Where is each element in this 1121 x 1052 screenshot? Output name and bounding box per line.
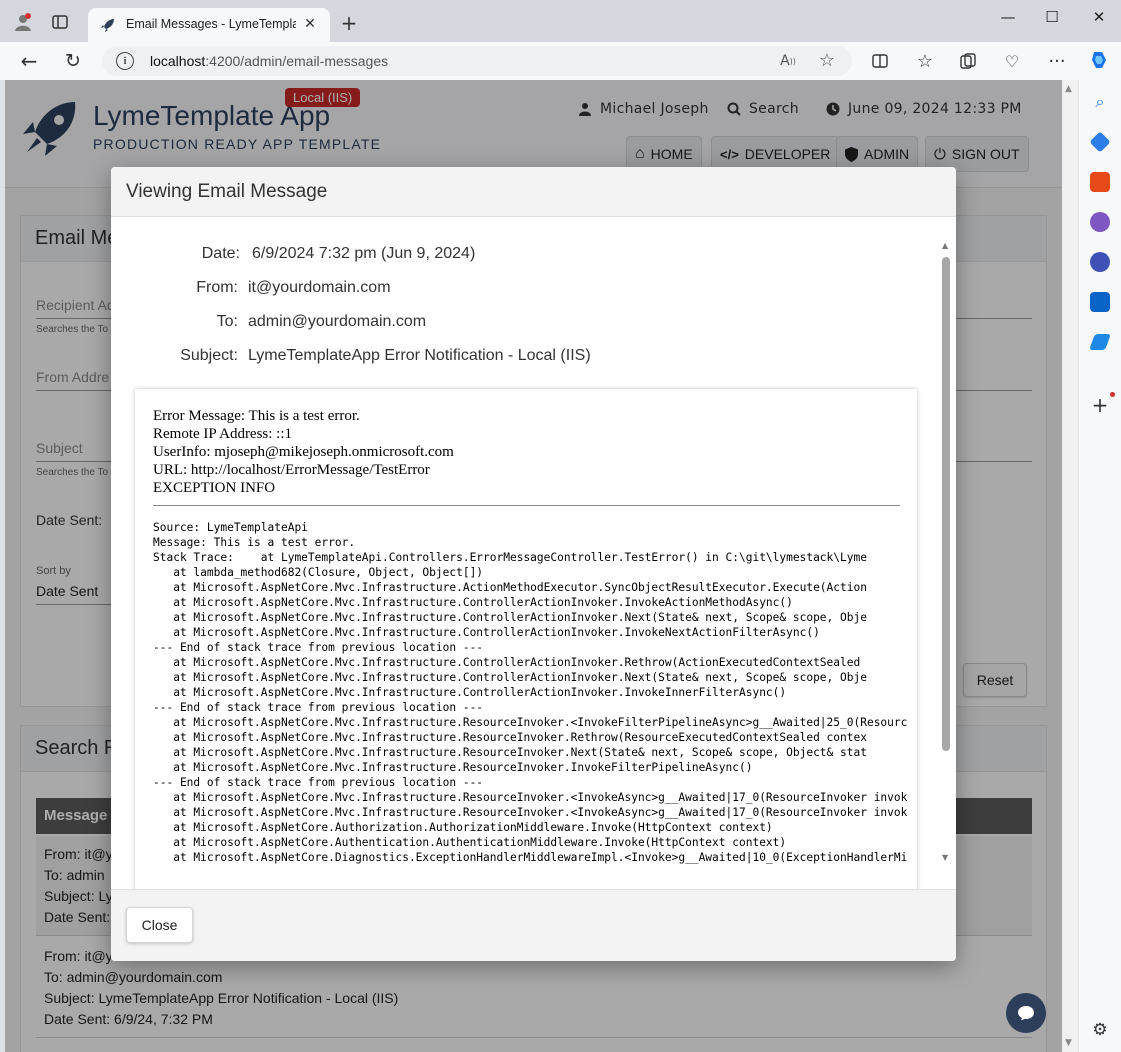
browser-tab-active[interactable]: Email Messages - LymeTemplate ✕ <box>88 8 330 42</box>
stack-trace-line: at Microsoft.AspNetCore.Mvc.Infrastructu… <box>173 716 907 729</box>
address-bar[interactable]: i localhost:4200/admin/email-messages A)… <box>102 46 852 76</box>
stack-trace-line: Message: This is a test error. <box>153 536 356 549</box>
date-value: 6/9/2024 7:32 pm (Jun 9, 2024) <box>252 245 476 262</box>
stack-trace-line: at Microsoft.AspNetCore.Mvc.Infrastructu… <box>153 731 867 744</box>
page-scrollbar[interactable]: ▲ ▼ <box>1062 80 1078 1052</box>
tab-actions-icon[interactable] <box>50 13 70 31</box>
browser-essentials-icon[interactable]: ♡ <box>1002 51 1022 71</box>
games-icon[interactable] <box>1090 212 1110 232</box>
subject-row: Subject: LymeTemplateApp Error Notificat… <box>111 347 931 371</box>
browser-tab-bar: Email Messages - LymeTemplate ✕ + — ☐ ✕ <box>0 0 1121 42</box>
from-label: From: <box>196 279 238 296</box>
scroll-up-icon[interactable]: ▲ <box>942 241 948 250</box>
stack-trace-line: at Microsoft.AspNetCore.Authentication.A… <box>153 836 787 849</box>
tab-title: Email Messages - LymeTemplate <box>126 17 296 31</box>
to-value: admin@yourdomain.com <box>248 313 427 330</box>
modal-title: Viewing Email Message <box>126 181 328 202</box>
more-menu-icon[interactable]: ··· <box>1046 50 1068 72</box>
from-row: From: it@yourdomain.com <box>111 279 931 303</box>
error-message-line: Error Message: This is a test error. <box>153 408 360 424</box>
from-value: it@yourdomain.com <box>248 279 391 296</box>
stack-trace-line: at Microsoft.AspNetCore.Mvc.Infrastructu… <box>153 686 787 699</box>
new-tab-icon[interactable]: + <box>338 11 360 35</box>
stack-trace-line: at Microsoft.AspNetCore.Mvc.Infrastructu… <box>153 806 907 819</box>
app-page: LymeTemplate App PRODUCTION READY APP TE… <box>5 80 1062 1052</box>
read-aloud-icon[interactable]: A)) <box>778 51 798 71</box>
scroll-thumb[interactable] <box>942 257 950 751</box>
copilot-icon[interactable] <box>1087 48 1111 72</box>
refresh-icon[interactable]: ↻ <box>62 50 84 72</box>
stack-trace-line: at Microsoft.AspNetCore.Authorization.Au… <box>153 821 773 834</box>
to-label: To: <box>216 313 238 330</box>
split-screen-icon[interactable] <box>870 51 890 71</box>
stack-trace-line: at Microsoft.AspNetCore.Mvc.Infrastructu… <box>153 581 867 594</box>
subject-label: Subject: <box>180 347 238 364</box>
url-line: URL: http://localhost/ErrorMessage/TestE… <box>153 462 430 478</box>
edge-sidebar: ⌕ + ⚙ <box>1078 80 1121 1052</box>
page-scroll-up-icon[interactable]: ▲ <box>1065 84 1072 94</box>
favorites-icon[interactable]: ☆ <box>914 50 936 72</box>
exception-info-line: EXCEPTION INFO <box>153 480 276 496</box>
stack-trace-line: at Microsoft.AspNetCore.Diagnostics.Exce… <box>153 851 907 864</box>
stack-trace-line: at Microsoft.AspNetCore.Mvc.Infrastructu… <box>153 791 907 804</box>
site-info-icon[interactable]: i <box>116 52 134 70</box>
message-body-frame[interactable]: Error Message: This is a test error. Rem… <box>135 389 917 889</box>
scroll-down-icon[interactable]: ▼ <box>942 853 948 862</box>
chat-button[interactable] <box>1006 993 1046 1033</box>
date-row: Date: 6/9/2024 7:32 pm (Jun 9, 2024) <box>111 245 931 269</box>
modal-header: Viewing Email Message <box>111 167 956 217</box>
address-url: localhost:4200/admin/email-messages <box>150 53 389 69</box>
stack-trace-line: at Microsoft.AspNetCore.Mvc.Infrastructu… <box>153 746 867 759</box>
profile-icon[interactable] <box>12 11 34 33</box>
back-icon[interactable]: ← <box>18 49 40 73</box>
user-info-line: UserInfo: mjoseph@mikejoseph.onmicrosoft… <box>153 444 454 460</box>
remote-ip-line: Remote IP Address: ::1 <box>153 426 293 442</box>
close-tab-icon[interactable]: ✕ <box>300 14 320 34</box>
collections-icon[interactable] <box>958 51 978 71</box>
stack-trace-line: Stack Trace: at LymeTemplateApi.Controll… <box>153 551 867 564</box>
subject-value: LymeTemplateApp Error Notification - Loc… <box>248 347 591 364</box>
microsoft-365-icon[interactable] <box>1090 252 1110 272</box>
close-button[interactable]: Close <box>126 907 193 943</box>
date-label: Date: <box>201 245 240 262</box>
stack-trace-line: at Microsoft.AspNetCore.Mvc.Infrastructu… <box>153 671 867 684</box>
to-row: To: admin@yourdomain.com <box>111 313 931 337</box>
sidebar-settings-icon[interactable]: ⚙ <box>1090 1020 1110 1040</box>
message-summary: Error Message: This is a test error. Rem… <box>153 407 454 497</box>
modal-footer: Close <box>111 889 956 961</box>
stack-trace-line: at Microsoft.AspNetCore.Mvc.Infrastructu… <box>153 611 867 624</box>
shopping-tag-icon[interactable] <box>1089 131 1111 153</box>
modal-body[interactable]: Date: 6/9/2024 7:32 pm (Jun 9, 2024) Fro… <box>111 217 956 889</box>
notification-dot-icon <box>1110 392 1115 397</box>
favorite-star-icon[interactable]: ☆ <box>817 50 837 71</box>
tools-briefcase-icon[interactable] <box>1090 172 1110 192</box>
divider <box>153 505 900 506</box>
stack-trace-line: Source: LymeTemplateApi <box>153 521 308 534</box>
add-sidebar-app-icon[interactable]: + <box>1090 393 1110 417</box>
sidebar-search-icon[interactable]: ⌕ <box>1090 92 1110 112</box>
stack-trace-line: at Microsoft.AspNetCore.Mvc.Infrastructu… <box>153 626 820 639</box>
stack-trace: Source: LymeTemplateApi Message: This is … <box>153 520 907 865</box>
view-email-modal: Viewing Email Message Date: 6/9/2024 7:3… <box>111 167 956 961</box>
stack-trace-line: --- End of stack trace from previous loc… <box>153 776 484 789</box>
browser-toolbar: ← ↻ i localhost:4200/admin/email-message… <box>0 42 1121 80</box>
stack-trace-line: --- End of stack trace from previous loc… <box>153 701 484 714</box>
stack-trace-line: at Microsoft.AspNetCore.Mvc.Infrastructu… <box>153 656 861 669</box>
stack-trace-line: --- End of stack trace from previous loc… <box>153 641 484 654</box>
send-icon[interactable] <box>1089 334 1111 350</box>
rocket-favicon-icon <box>101 19 114 32</box>
chat-bubble-icon <box>1018 1006 1034 1021</box>
window-close-icon[interactable]: ✕ <box>1084 6 1114 28</box>
minimize-icon[interactable]: — <box>993 6 1023 28</box>
stack-trace-line: at Microsoft.AspNetCore.Mvc.Infrastructu… <box>153 761 753 774</box>
stack-trace-line: at Microsoft.AspNetCore.Mvc.Infrastructu… <box>153 596 793 609</box>
stack-trace-line: at lambda_method682(Closure, Object, Obj… <box>153 566 484 579</box>
page-scroll-down-icon[interactable]: ▼ <box>1065 1038 1072 1048</box>
outlook-icon[interactable] <box>1090 292 1110 312</box>
maximize-icon[interactable]: ☐ <box>1037 6 1067 28</box>
modal-scrollbar[interactable]: ▲ ▼ <box>939 241 953 865</box>
